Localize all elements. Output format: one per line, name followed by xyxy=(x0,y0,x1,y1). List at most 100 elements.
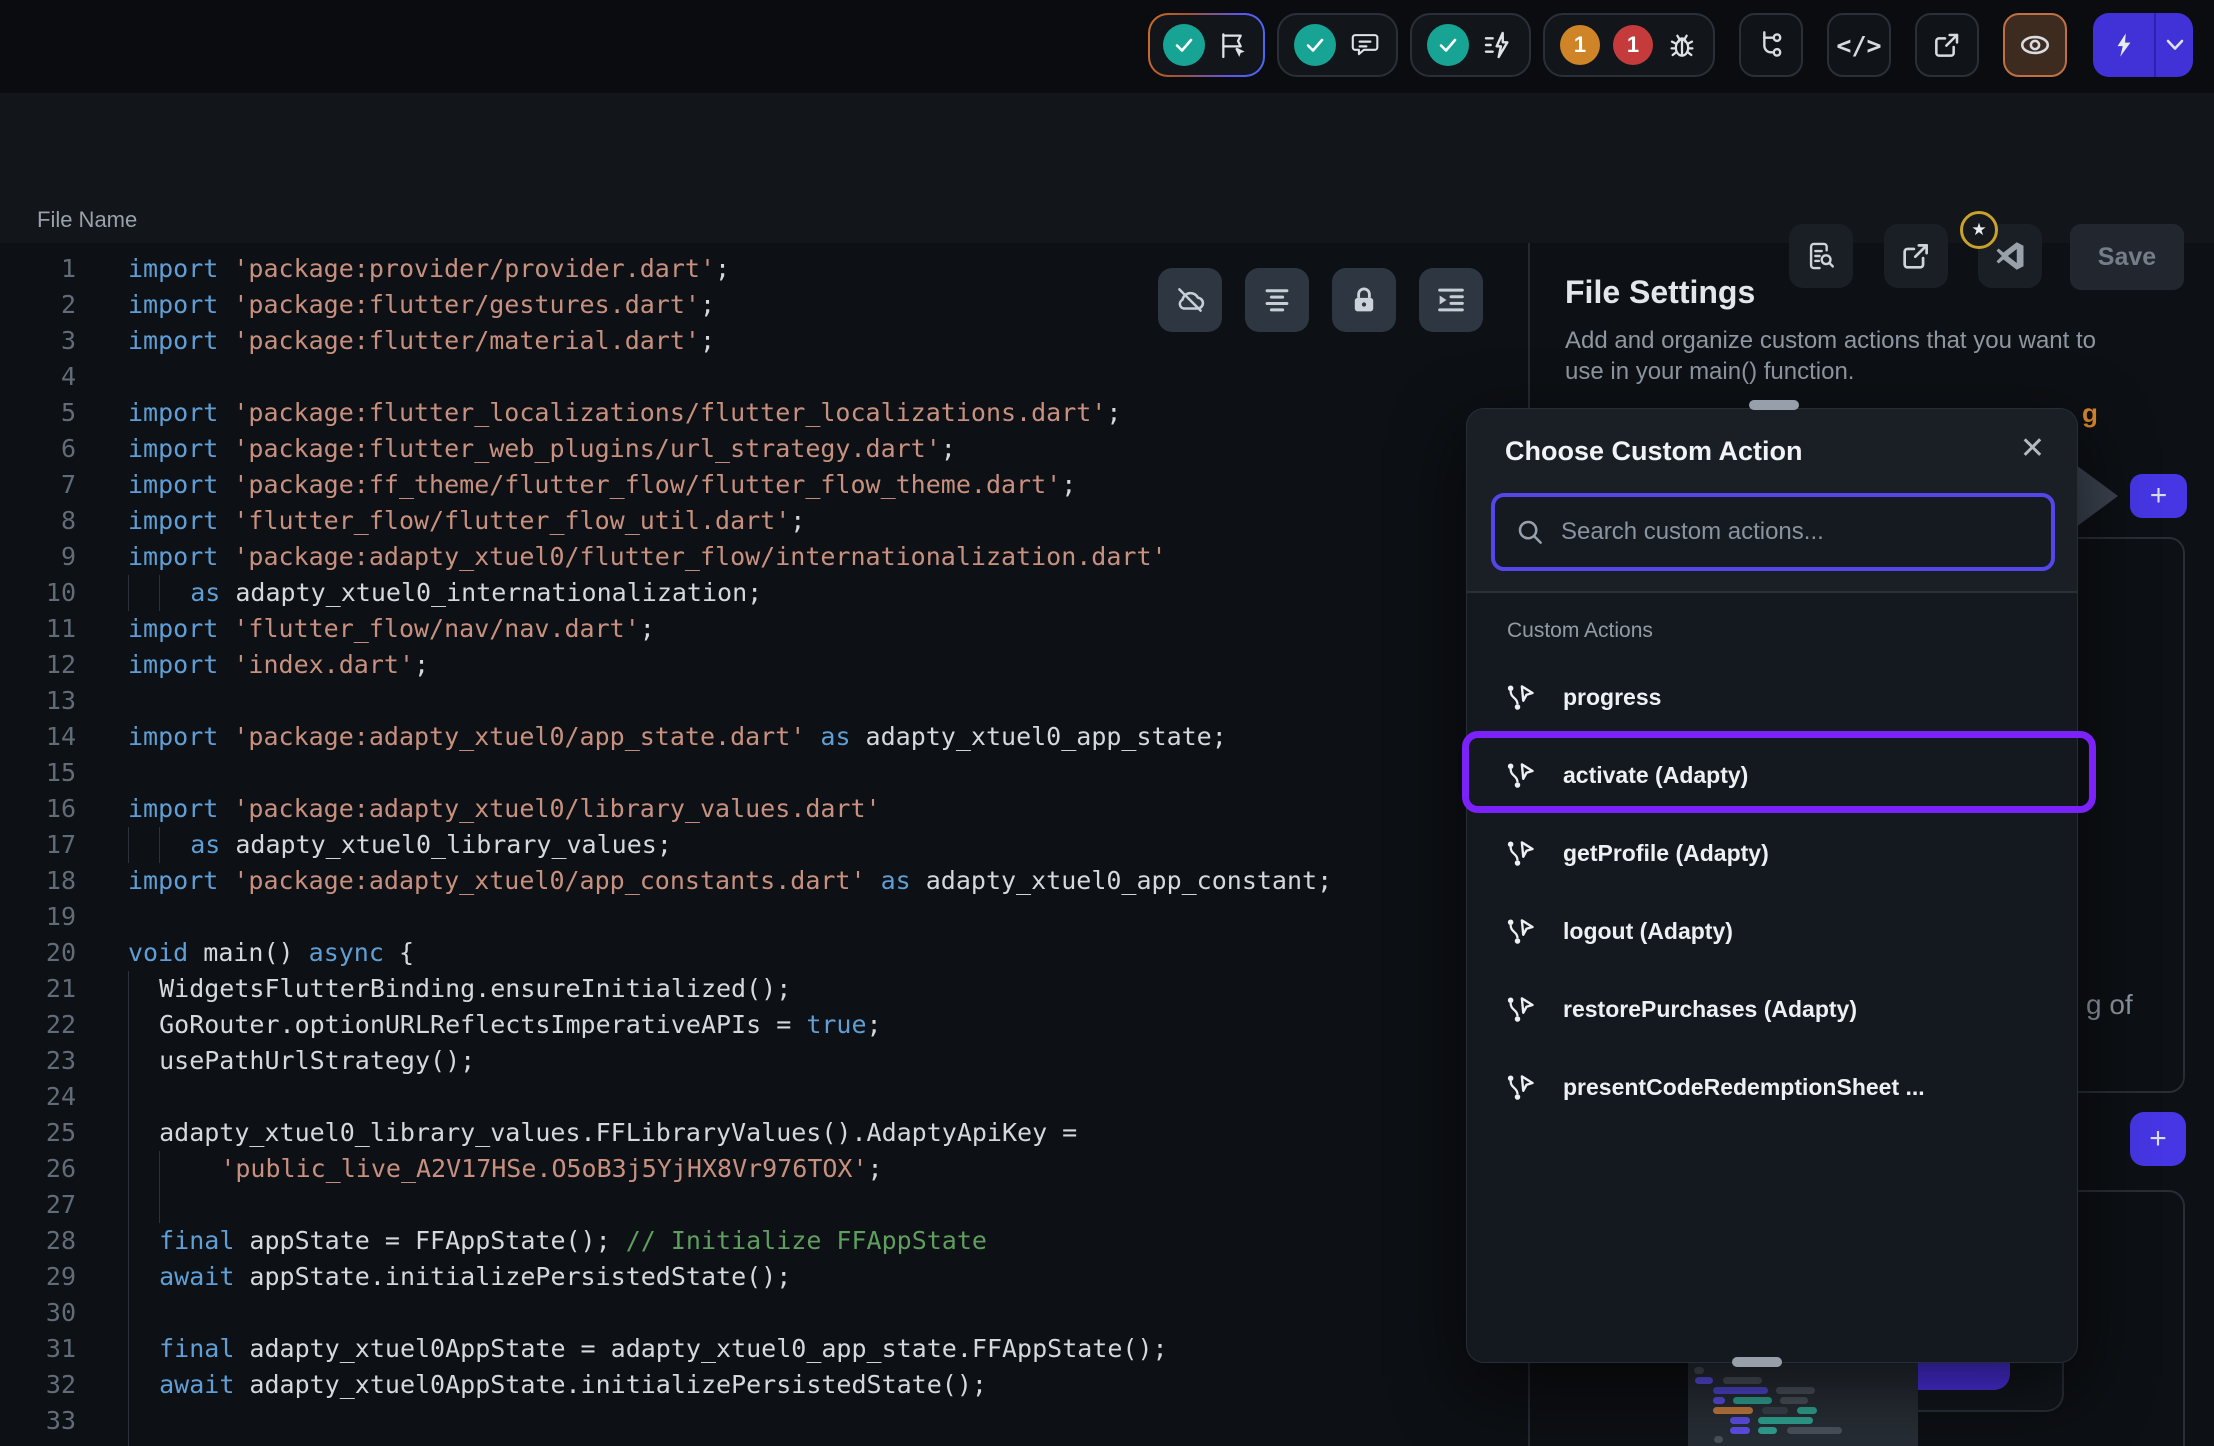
code-icon: </> xyxy=(1836,31,1881,60)
custom-action-icon xyxy=(1505,682,1535,712)
line-number: 33 xyxy=(0,1403,76,1439)
add-action-button[interactable]: + xyxy=(2130,474,2187,518)
code-editor[interactable]: 1import 'package:provider/provider.dart'… xyxy=(0,243,1506,1446)
code-line: 27 xyxy=(0,1187,1506,1223)
code-line: 25 adapty_xtuel0_library_values.FFLibrar… xyxy=(0,1115,1506,1151)
line-number: 25 xyxy=(0,1115,76,1151)
clipped-orange-text: g xyxy=(2082,398,2098,429)
line-number: 15 xyxy=(0,755,76,791)
vscode-icon xyxy=(1992,238,2028,274)
error-count-badge: 1 xyxy=(1613,25,1653,65)
code-line: 13 xyxy=(0,683,1506,719)
file-header: File Name xyxy=(0,93,2214,243)
custom-action-icon xyxy=(1505,916,1535,946)
line-number: 4 xyxy=(0,359,76,395)
popover-arrow xyxy=(2072,462,2118,530)
preview-eye-button[interactable] xyxy=(2003,13,2067,77)
line-number: 12 xyxy=(0,647,76,683)
dialog-drag-handle[interactable] xyxy=(1732,1357,1782,1367)
code-line: 9import 'package:adapty_xtuel0/flutter_f… xyxy=(0,539,1506,575)
custom-action-label: getProfile (Adapty) xyxy=(1563,840,1769,867)
code-line: 18import 'package:adapty_xtuel0/app_cons… xyxy=(0,863,1506,899)
branch-tree-icon xyxy=(1755,29,1787,61)
status-pill-code-check[interactable] xyxy=(1148,13,1265,77)
line-number: 28 xyxy=(0,1223,76,1259)
open-external-button[interactable] xyxy=(1915,13,1979,77)
custom-action-item[interactable]: logout (Adapty) xyxy=(1467,892,2077,970)
status-pill-comments[interactable] xyxy=(1277,13,1398,77)
format-align-button[interactable] xyxy=(1245,268,1309,332)
custom-action-label: presentCodeRedemptionSheet ... xyxy=(1563,1074,1925,1101)
line-number: 18 xyxy=(0,863,76,899)
line-number: 21 xyxy=(0,971,76,1007)
code-line: 30 xyxy=(0,1295,1506,1331)
code-line: 26 'public_live_A2V17HSe.O5oB3j5YjHX8Vr9… xyxy=(0,1151,1506,1187)
dialog-drag-handle[interactable] xyxy=(1749,400,1799,410)
custom-action-icon xyxy=(1505,1072,1535,1102)
code-line: 16import 'package:adapty_xtuel0/library_… xyxy=(0,791,1506,827)
indent-button[interactable] xyxy=(1419,268,1483,332)
file-name-label: File Name xyxy=(37,207,137,233)
illustration-pill xyxy=(1780,1397,1808,1404)
close-icon[interactable]: ✕ xyxy=(2020,434,2045,464)
custom-action-item[interactable]: presentCodeRedemptionSheet ... xyxy=(1467,1048,2077,1126)
custom-action-item[interactable]: activate (Adapty) xyxy=(1467,736,2077,814)
run-split-button[interactable] xyxy=(2093,13,2193,77)
search-box[interactable] xyxy=(1491,493,2055,571)
choose-custom-action-dialog: Choose Custom Action ✕ Custom Actions pr… xyxy=(1466,408,2078,1363)
eye-icon xyxy=(2018,28,2052,62)
custom-action-icon xyxy=(1505,760,1535,790)
illustration-pill xyxy=(1714,1436,1723,1443)
code-view-button[interactable]: </> xyxy=(1827,13,1891,77)
code-line: 23 usePathUrlStrategy(); xyxy=(0,1043,1506,1079)
custom-action-item[interactable]: restorePurchases (Adapty) xyxy=(1467,970,2077,1048)
illustration-pill xyxy=(1787,1427,1842,1434)
open-in-new-button[interactable] xyxy=(1884,224,1948,288)
code-line: 17 as adapty_xtuel0_library_values; xyxy=(0,827,1506,863)
app-window: 1 1 xyxy=(0,0,2214,1446)
code-line: 32 await adapty_xtuel0AppState.initializ… xyxy=(0,1367,1506,1403)
line-number: 10 xyxy=(0,575,76,611)
illustration-pill xyxy=(1713,1407,1753,1414)
lock-button[interactable] xyxy=(1332,268,1396,332)
line-number: 17 xyxy=(0,827,76,863)
editor-toolbar xyxy=(1158,268,1483,332)
panel-title: File Settings xyxy=(1565,274,1755,311)
line-number: 29 xyxy=(0,1259,76,1295)
code-line: 29 await appState.initializePersistedSta… xyxy=(0,1259,1506,1295)
illustration-pill xyxy=(1694,1367,1704,1374)
line-number: 19 xyxy=(0,899,76,935)
code-line: 5import 'package:flutter_localizations/f… xyxy=(0,395,1506,431)
illustration-pill xyxy=(1723,1377,1762,1384)
align-center-icon xyxy=(1260,283,1294,317)
illustration-pill xyxy=(1758,1417,1813,1424)
line-number: 7 xyxy=(0,467,76,503)
custom-actions-list: Custom Actions progress activate (Adapty)… xyxy=(1467,591,2077,1362)
custom-action-icon xyxy=(1505,838,1535,868)
code-line: 28 final appState = FFAppState(); // Ini… xyxy=(0,1223,1506,1259)
status-pill-optimizations[interactable] xyxy=(1410,13,1531,77)
search-input[interactable] xyxy=(1561,518,2031,546)
chevron-down-icon[interactable] xyxy=(2156,39,2193,51)
line-number: 9 xyxy=(0,539,76,575)
file-search-button[interactable] xyxy=(1789,224,1853,288)
branch-tree-button[interactable] xyxy=(1739,13,1803,77)
check-badge-icon xyxy=(1427,24,1469,66)
add-action-button[interactable]: + xyxy=(2130,1112,2186,1166)
status-pill-issues[interactable]: 1 1 xyxy=(1543,13,1715,77)
custom-action-item[interactable]: progress xyxy=(1467,658,2077,736)
code-edit-icon xyxy=(1218,29,1250,61)
illustration-pill xyxy=(1797,1407,1817,1414)
cloud-off-button[interactable] xyxy=(1158,268,1222,332)
clipped-gray-text: g of xyxy=(2086,989,2133,1021)
section-label: Custom Actions xyxy=(1507,619,1653,643)
custom-action-label: progress xyxy=(1563,684,1661,711)
line-number: 14 xyxy=(0,719,76,755)
line-number: 34 xyxy=(0,1439,76,1446)
save-button[interactable]: Save xyxy=(2070,224,2184,290)
check-badge-icon xyxy=(1163,24,1205,66)
illustration-pill xyxy=(1762,1407,1788,1414)
custom-action-label: logout (Adapty) xyxy=(1563,918,1733,945)
line-number: 8 xyxy=(0,503,76,539)
custom-action-item[interactable]: getProfile (Adapty) xyxy=(1467,814,2077,892)
